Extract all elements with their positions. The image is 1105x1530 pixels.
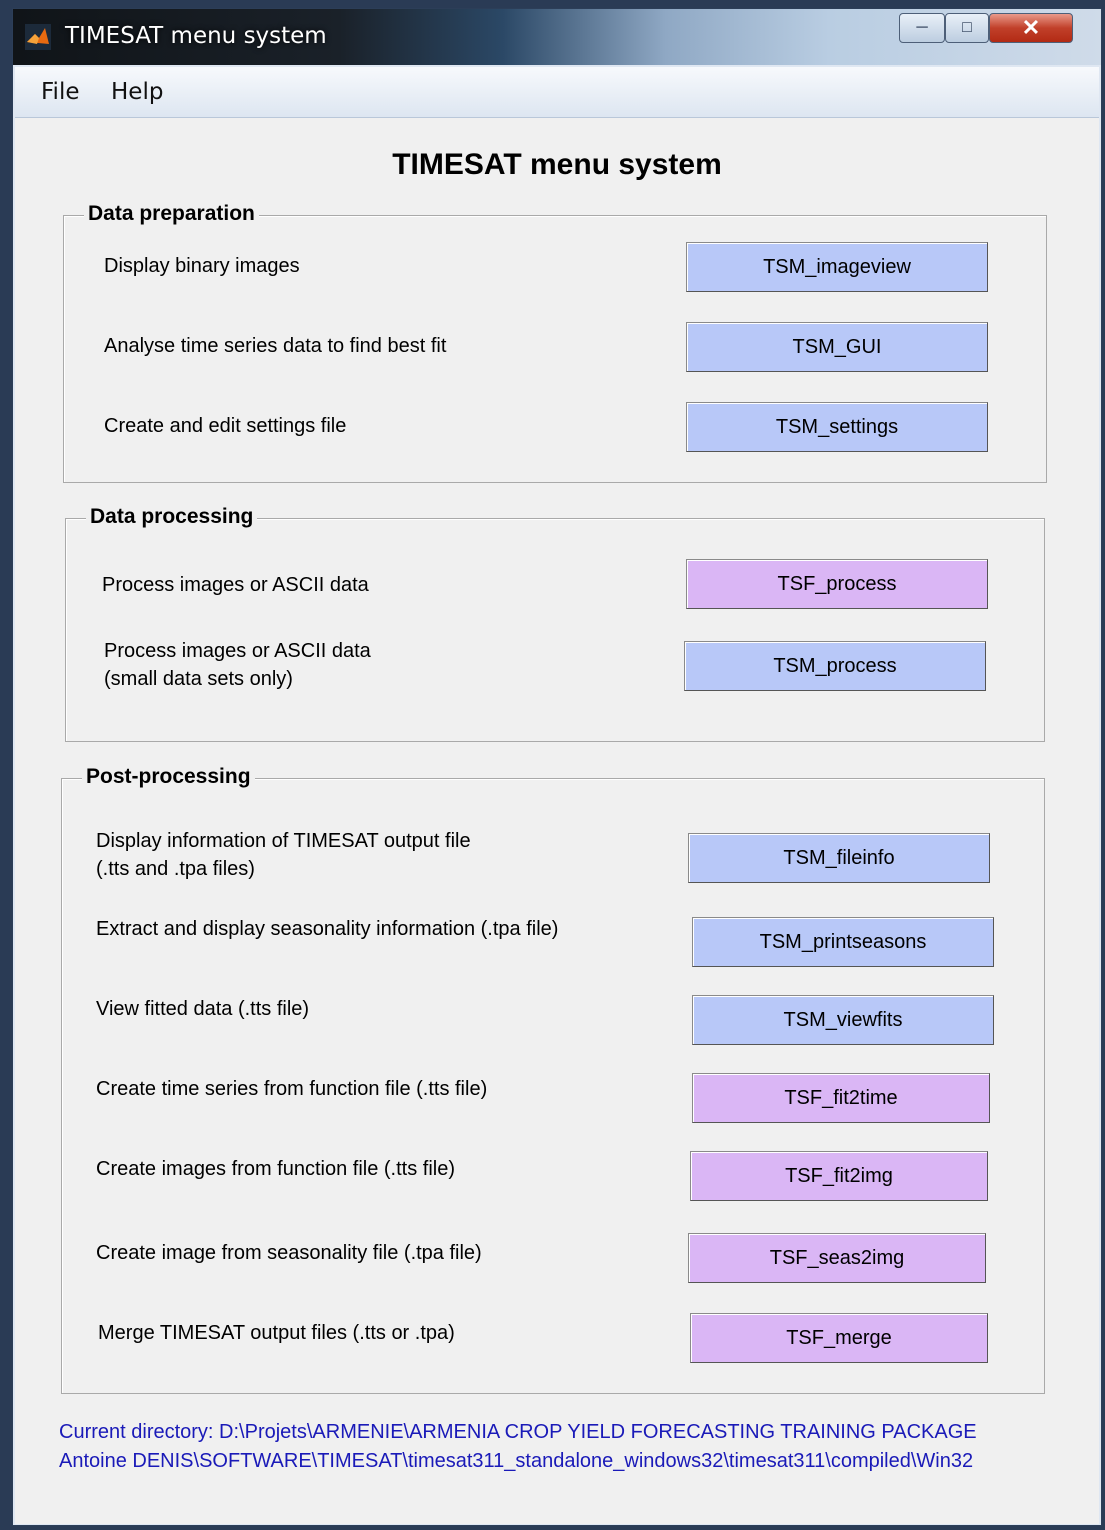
page-title: TIMESAT menu system [392,148,722,181]
matlab-icon [25,24,51,50]
panel-data-preparation: Data preparation Display binary images T… [63,202,1047,483]
row-label-merge: Merge TIMESAT output files (.tts or .tpa… [98,1322,455,1344]
title-bar[interactable]: TIMESAT menu system ─ □ ✕ [13,9,1101,65]
current-directory-line2: Antoine DENIS\SOFTWARE\TIMESAT\timesat31… [59,1450,974,1472]
row-label-process-images: Process images or ASCII data [102,574,369,596]
panel-title-post-processing: Post-processing [82,765,255,789]
maximize-button[interactable]: □ [945,13,989,43]
row-label-process-images-small: Process images or ASCII data (small data… [104,640,371,690]
row-label-settings-file: Create and edit settings file [104,415,347,437]
app-window: TIMESAT menu system ─ □ ✕ File Help TIME… [12,8,1102,1526]
row-label-fileinfo: Display information of TIMESAT output fi… [96,830,471,880]
menu-bar: File Help [15,67,1099,118]
tsm-viewfits-button[interactable]: TSM_viewfits [692,995,994,1045]
menu-help[interactable]: Help [111,79,163,105]
tsm-gui-button[interactable]: TSM_GUI [686,322,988,372]
tsf-seas2img-button[interactable]: TSF_seas2img [688,1233,986,1283]
row-label-printseasons: Extract and display seasonality informat… [96,918,559,940]
current-directory: Current directory: D:\Projets\ARMENIE\AR… [59,1418,977,1476]
maximize-icon: □ [962,19,972,36]
tsf-fit2time-button[interactable]: TSF_fit2time [692,1073,990,1123]
tsm-imageview-button[interactable]: TSM_imageview [686,242,988,292]
minimize-button[interactable]: ─ [899,13,945,43]
minimize-icon: ─ [916,19,928,36]
client-area: TIMESAT menu system Data preparation Dis… [15,118,1099,1524]
row-label-seas2img: Create image from seasonality file (.tpa… [96,1242,482,1264]
tsf-fit2img-button[interactable]: TSF_fit2img [690,1151,988,1201]
row-label-display-binary-images: Display binary images [104,255,300,277]
panel-data-processing: Data processing Process images or ASCII … [65,505,1045,742]
panel-title-data-preparation: Data preparation [84,202,259,226]
panel-title-data-processing: Data processing [86,505,258,529]
close-button[interactable]: ✕ [989,13,1073,43]
window-title: TIMESAT menu system [65,23,327,49]
row-label-analyse-time-series: Analyse time series data to find best fi… [104,335,447,357]
menu-file[interactable]: File [41,79,80,105]
current-directory-line1: Current directory: D:\Projets\ARMENIE\AR… [59,1421,977,1443]
panel-post-processing: Post-processing Display information of T… [61,765,1045,1394]
tsm-fileinfo-button[interactable]: TSM_fileinfo [688,833,990,883]
close-icon: ✕ [1021,15,1041,40]
row-label-fit2time: Create time series from function file (.… [96,1078,488,1100]
tsm-process-button[interactable]: TSM_process [684,641,986,691]
row-label-fit2img: Create images from function file (.tts f… [96,1158,456,1180]
tsm-printseasons-button[interactable]: TSM_printseasons [692,917,994,967]
tsm-settings-button[interactable]: TSM_settings [686,402,988,452]
tsf-merge-button[interactable]: TSF_merge [690,1313,988,1363]
tsf-process-button[interactable]: TSF_process [686,559,988,609]
row-label-viewfits: View fitted data (.tts file) [96,998,310,1020]
